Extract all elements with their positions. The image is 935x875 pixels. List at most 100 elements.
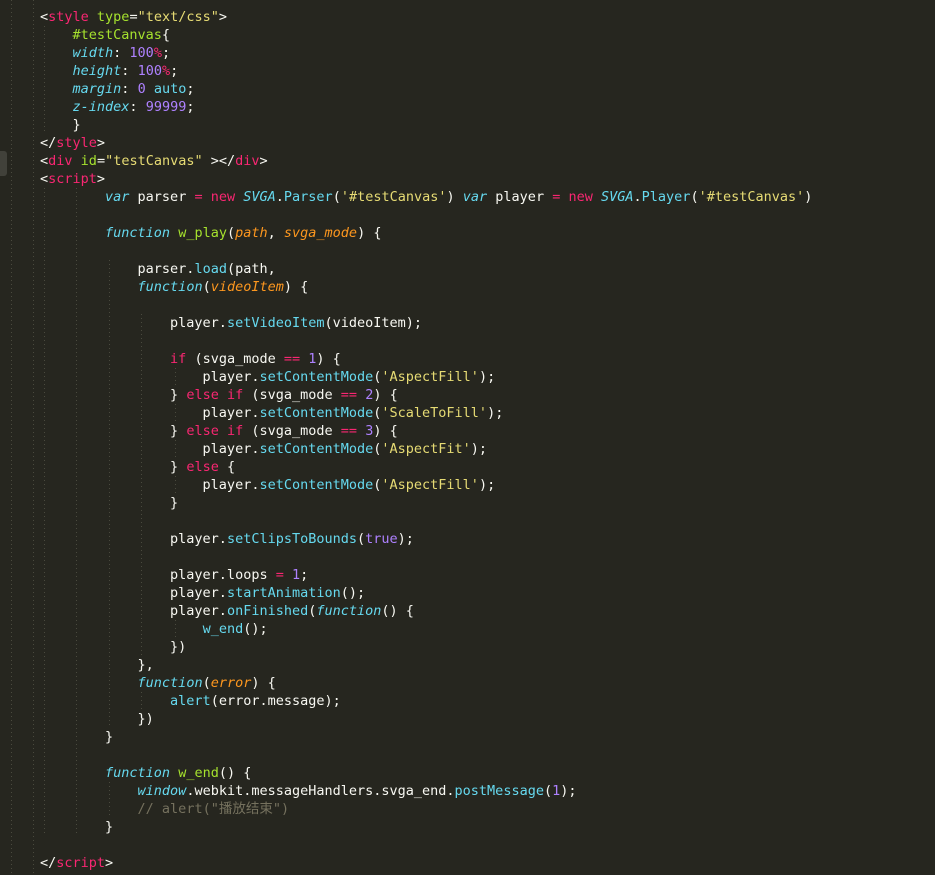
code-token: } bbox=[40, 423, 186, 439]
code-token: videoItem bbox=[211, 279, 284, 295]
code-line[interactable]: player.setContentMode('AspectFit'); bbox=[40, 440, 812, 458]
code-token: setContentMode bbox=[259, 369, 373, 385]
code-line[interactable]: }) bbox=[40, 710, 812, 728]
code-line[interactable]: </script> bbox=[40, 854, 812, 872]
code-line[interactable]: } bbox=[40, 494, 812, 512]
code-line[interactable]: function w_play(path, svga_mode) { bbox=[40, 224, 812, 242]
code-token: < bbox=[40, 9, 48, 25]
code-line[interactable]: parser.load(path, bbox=[40, 260, 812, 278]
code-line[interactable] bbox=[40, 332, 812, 350]
code-line[interactable]: <script> bbox=[40, 170, 812, 188]
code-token: setContentMode bbox=[259, 441, 373, 457]
code-line[interactable] bbox=[40, 242, 812, 260]
code-token: player. bbox=[40, 405, 259, 421]
code-line[interactable]: width: 100%; bbox=[40, 44, 812, 62]
code-token: }) bbox=[40, 639, 186, 655]
code-line[interactable]: if (svga_mode == 1) { bbox=[40, 350, 812, 368]
code-line[interactable] bbox=[40, 548, 812, 566]
code-line[interactable]: } bbox=[40, 728, 812, 746]
code-token: ( bbox=[227, 225, 235, 241]
code-line[interactable]: function(error) { bbox=[40, 674, 812, 692]
code-line[interactable]: window.webkit.messageHandlers.svga_end.p… bbox=[40, 782, 812, 800]
code-token: } bbox=[40, 495, 178, 511]
code-line[interactable]: player.setContentMode('ScaleToFill'); bbox=[40, 404, 812, 422]
code-line[interactable]: function(videoItem) { bbox=[40, 278, 812, 296]
code-line[interactable]: z-index: 99999; bbox=[40, 98, 812, 116]
code-token bbox=[593, 189, 601, 205]
code-line[interactable] bbox=[40, 836, 812, 854]
code-line[interactable]: } else if (svga_mode == 3) { bbox=[40, 422, 812, 440]
code-line[interactable]: <style type="text/css"> bbox=[40, 8, 812, 26]
code-token: player.loops bbox=[40, 567, 276, 583]
code-area[interactable]: <style type="text/css"> #testCanvas{ wid… bbox=[0, 8, 812, 872]
code-token: w_end bbox=[203, 621, 244, 637]
code-token: ( bbox=[544, 783, 552, 799]
code-token: </ bbox=[40, 855, 56, 871]
code-line[interactable]: margin: 0 auto; bbox=[40, 80, 812, 98]
code-token: player bbox=[487, 189, 552, 205]
code-token: if bbox=[170, 351, 186, 367]
code-token: (); bbox=[341, 585, 365, 601]
code-line[interactable]: alert(error.message); bbox=[40, 692, 812, 710]
code-token: function bbox=[105, 225, 170, 241]
code-line[interactable]: } else if (svga_mode == 2) { bbox=[40, 386, 812, 404]
code-line[interactable]: }) bbox=[40, 638, 812, 656]
code-line[interactable]: <div id="testCanvas" ></div> bbox=[40, 152, 812, 170]
code-line[interactable]: player.startAnimation(); bbox=[40, 584, 812, 602]
code-line[interactable]: } bbox=[40, 818, 812, 836]
code-token bbox=[40, 189, 105, 205]
code-token: parser. bbox=[40, 261, 194, 277]
code-token: else bbox=[186, 387, 219, 403]
code-token: w_end bbox=[178, 765, 219, 781]
code-line[interactable]: player.setContentMode('AspectFill'); bbox=[40, 368, 812, 386]
code-token: ) bbox=[804, 189, 812, 205]
code-line[interactable]: </style> bbox=[40, 134, 812, 152]
code-line[interactable] bbox=[40, 296, 812, 314]
code-token: ); bbox=[487, 405, 503, 421]
code-line[interactable]: player.setClipsToBounds(true); bbox=[40, 530, 812, 548]
code-line[interactable]: height: 100%; bbox=[40, 62, 812, 80]
code-token: (svga_mode bbox=[243, 423, 341, 439]
code-line[interactable]: player.onFinished(function() { bbox=[40, 602, 812, 620]
code-token: '#testCanvas' bbox=[341, 189, 447, 205]
code-line[interactable]: }, bbox=[40, 656, 812, 674]
code-token: : bbox=[113, 45, 129, 61]
code-token: > bbox=[219, 9, 227, 25]
code-token bbox=[89, 9, 97, 25]
code-line[interactable]: w_end(); bbox=[40, 620, 812, 638]
code-line[interactable]: player.loops = 1; bbox=[40, 566, 812, 584]
code-token: var bbox=[463, 189, 487, 205]
code-token: postMessage bbox=[455, 783, 544, 799]
code-token: ; bbox=[170, 63, 178, 79]
code-token: ; bbox=[300, 567, 308, 583]
code-token: function bbox=[105, 765, 170, 781]
code-token: style bbox=[56, 135, 97, 151]
code-token bbox=[40, 693, 170, 709]
code-line[interactable]: #testCanvas{ bbox=[40, 26, 812, 44]
code-line[interactable] bbox=[40, 746, 812, 764]
code-line[interactable]: player.setVideoItem(videoItem); bbox=[40, 314, 812, 332]
code-line[interactable]: } bbox=[40, 116, 812, 134]
code-token bbox=[40, 27, 73, 43]
code-token: { bbox=[219, 459, 235, 475]
code-token: = bbox=[276, 567, 284, 583]
code-line[interactable]: var parser = new SVGA.Parser('#testCanva… bbox=[40, 188, 812, 206]
code-token: ) { bbox=[284, 279, 308, 295]
code-token bbox=[40, 783, 138, 799]
code-token bbox=[284, 567, 292, 583]
code-line[interactable]: } else { bbox=[40, 458, 812, 476]
code-token: > bbox=[105, 855, 113, 871]
code-line[interactable] bbox=[40, 512, 812, 530]
code-line[interactable]: player.setContentMode('AspectFill'); bbox=[40, 476, 812, 494]
code-token: == bbox=[341, 387, 357, 403]
code-line[interactable] bbox=[40, 206, 812, 224]
code-token: ; bbox=[186, 81, 194, 97]
code-line[interactable]: function w_end() { bbox=[40, 764, 812, 782]
code-token bbox=[40, 99, 73, 115]
code-token: }) bbox=[40, 711, 154, 727]
code-token: } bbox=[40, 387, 186, 403]
code-token: script bbox=[56, 855, 105, 871]
code-token: "testCanvas" bbox=[105, 153, 203, 169]
code-token: (); bbox=[243, 621, 267, 637]
code-line[interactable]: // alert("播放结束") bbox=[40, 800, 812, 818]
